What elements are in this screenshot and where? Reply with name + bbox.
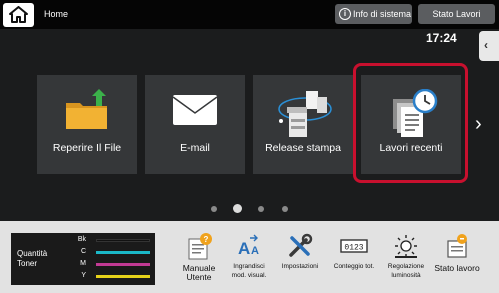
screen-title: Home	[44, 9, 69, 19]
print-release-icon	[278, 91, 332, 137]
func-label: Ingrandisci mod. visual.	[220, 262, 278, 280]
page-dot-4[interactable]	[282, 206, 288, 212]
toner-quantity-panel: Quantità Toner Bk C M Y	[11, 233, 155, 285]
job-status-button[interactable]: Stato Lavori	[418, 4, 495, 24]
system-info-label: Info di sistema	[353, 9, 412, 19]
job-status-icon	[447, 234, 467, 258]
func-label: Regolazione luminosità	[377, 262, 435, 280]
toner-bar	[96, 239, 150, 242]
page-dot-2[interactable]	[233, 204, 242, 213]
tile-label: E-mail	[180, 142, 210, 154]
toner-title-line1: Quantità	[17, 249, 48, 258]
tile-selection-highlight	[353, 63, 468, 183]
func-label-line1: Conteggio tot.	[333, 263, 375, 270]
svg-text:A: A	[251, 245, 259, 257]
info-icon: i	[339, 8, 351, 20]
job-status-shortcut-button[interactable]: Stato lavoro	[428, 228, 486, 288]
toner-label: Bk	[77, 236, 86, 243]
home-button[interactable]	[3, 3, 34, 27]
toner-bar	[96, 275, 150, 278]
tile-email[interactable]: E-mail	[145, 75, 245, 174]
toner-title: Quantità Toner	[17, 249, 47, 269]
enlarge-text-icon: A A	[238, 234, 259, 258]
toner-bar	[96, 263, 150, 266]
toner-label: Y	[81, 272, 86, 279]
manual-icon: ?	[188, 233, 212, 260]
folder-arrow-icon	[66, 89, 107, 129]
tile-label: Release stampa	[265, 142, 341, 154]
func-label-line2: luminosità	[391, 272, 421, 279]
tile-label: Reperire Il File	[52, 142, 122, 154]
counter-icon: 0123	[340, 239, 368, 253]
clock: 17:24	[426, 31, 457, 45]
brightness-button[interactable]: Regolazione luminosità	[377, 228, 435, 288]
func-label: Stato lavoro	[428, 264, 486, 273]
page-dot-3[interactable]	[258, 206, 264, 212]
func-label-line1: Impostazioni	[281, 263, 319, 270]
settings-tools-icon	[289, 233, 313, 257]
toner-title-line2: Toner	[17, 259, 38, 268]
home-icon	[9, 6, 28, 23]
func-label: Impostazioni	[271, 262, 329, 271]
func-label: Conteggio tot.	[325, 262, 383, 271]
func-label-line1: Regolazione	[387, 263, 425, 270]
total-count-button[interactable]: 0123 Conteggio tot.	[325, 228, 383, 288]
envelope-icon	[172, 95, 218, 125]
svg-text:?: ?	[204, 235, 209, 244]
svg-text:0123: 0123	[344, 244, 363, 253]
brightness-icon	[395, 235, 417, 258]
tile-print-release[interactable]: Release stampa	[253, 75, 353, 174]
side-panel-tab[interactable]: ‹	[479, 31, 499, 61]
next-page-arrow[interactable]: ›	[475, 113, 482, 136]
svg-text:A: A	[238, 239, 250, 258]
func-label-line1: Stato lavoro	[434, 263, 480, 273]
page-dot-1[interactable]	[211, 206, 217, 212]
top-bar: Home i Info di sistema Stato Lavori	[0, 0, 499, 29]
toner-label: C	[80, 248, 86, 255]
home-screen: Home i Info di sistema Stato Lavori 17:2…	[0, 0, 499, 293]
system-info-button[interactable]: i Info di sistema	[335, 4, 412, 24]
tile-file-retrieve[interactable]: Reperire Il File	[37, 75, 137, 174]
func-label-line1: Ingrandisci	[233, 263, 265, 270]
func-label-line2: mod. visual.	[231, 272, 267, 279]
chevron-left-icon: ‹	[484, 38, 488, 52]
settings-button[interactable]: Impostazioni	[271, 228, 329, 288]
toner-bar	[96, 251, 150, 254]
enlarge-display-button[interactable]: A A Ingrandisci mod. visual.	[220, 228, 278, 288]
toner-label: M	[80, 260, 86, 267]
